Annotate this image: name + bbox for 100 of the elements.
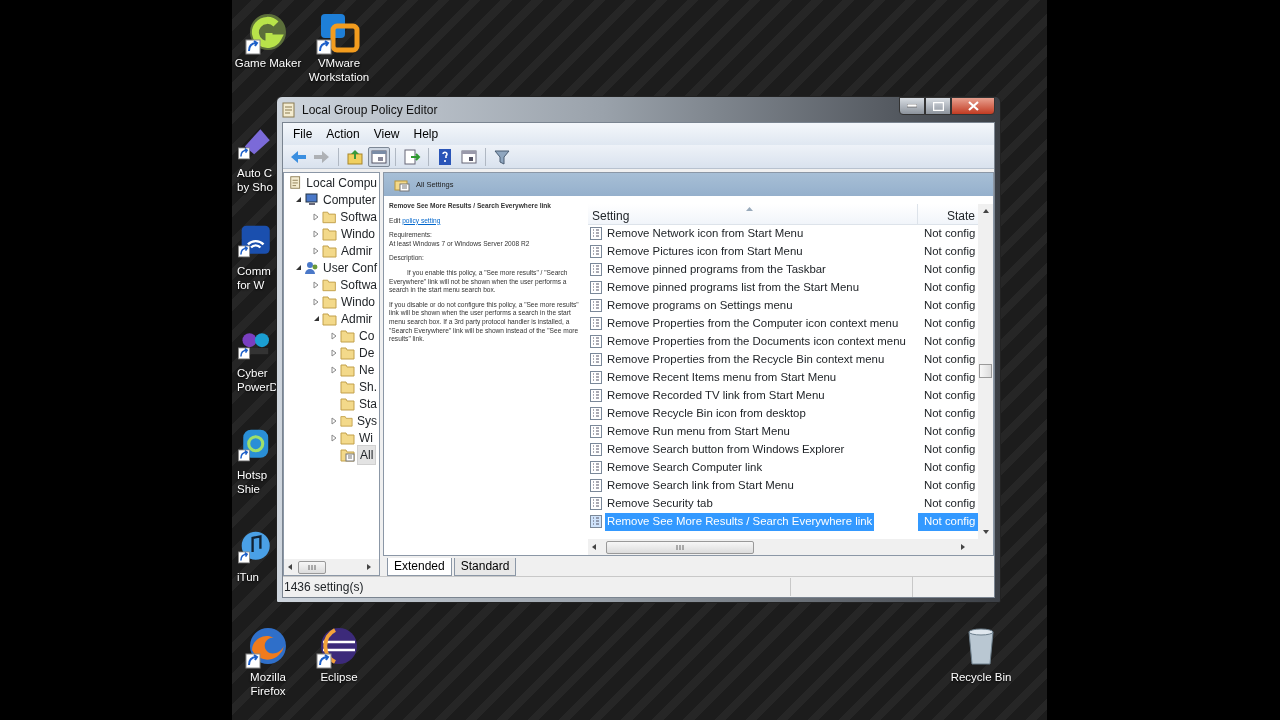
- collapsed-arrow-icon[interactable]: [331, 416, 337, 425]
- icon-label[interactable]: Hotsp Shie: [237, 468, 268, 496]
- folder-icon: [340, 413, 353, 428]
- policy-setting-icon: [590, 299, 602, 313]
- menu-item[interactable]: File: [286, 123, 320, 145]
- table-row[interactable]: Remove Search link from Start Menu Not config: [588, 477, 978, 495]
- view-tab[interactable]: Standard: [453, 558, 517, 576]
- tree-item[interactable]: Co: [357, 326, 377, 345]
- column-header[interactable]: State: [946, 209, 975, 223]
- scroll-left-icon[interactable]: [590, 543, 598, 551]
- menu-item[interactable]: View: [366, 123, 407, 145]
- table-row[interactable]: Remove programs on Settings menu Not config: [588, 297, 978, 315]
- collapsed-arrow-icon[interactable]: [331, 433, 337, 442]
- policy-setting-icon: [590, 263, 602, 277]
- table-row[interactable]: Remove Network icon from Start Menu Not config: [588, 225, 978, 243]
- folder-icon: [340, 328, 355, 343]
- scrollbar-thumb[interactable]: [298, 560, 326, 574]
- tree-item[interactable]: All: [357, 444, 377, 465]
- tree-item[interactable]: Softwa: [338, 275, 379, 294]
- policy-setting-icon: [590, 281, 602, 295]
- icon-label[interactable]: Cyber PowerD: [237, 366, 278, 394]
- tree-item[interactable]: Admir: [339, 309, 375, 328]
- policy-setting-icon: [590, 479, 602, 493]
- policy-setting-icon: [590, 515, 602, 529]
- folder-icon: [322, 277, 337, 292]
- policy-setting-icon: [590, 407, 602, 421]
- icon-label[interactable]: Game Maker: [234, 56, 302, 70]
- menu-item[interactable]: Help: [406, 123, 446, 145]
- tree-item[interactable]: De: [357, 343, 377, 362]
- tree-item[interactable]: Ne: [357, 360, 377, 379]
- menu-item[interactable]: Action: [319, 123, 367, 145]
- folder-icon: [322, 209, 337, 224]
- table-row[interactable]: Remove Search button from Windows Explorer Not config: [588, 441, 978, 459]
- policy-icon: [282, 101, 296, 118]
- settings-folder-icon: [340, 447, 355, 462]
- scroll-down-icon[interactable]: [981, 529, 990, 535]
- export-list-button[interactable]: [401, 146, 423, 167]
- tree-item[interactable]: Admir: [339, 241, 375, 260]
- policy-setting-icon: [590, 245, 602, 259]
- collapsed-arrow-icon[interactable]: [313, 229, 319, 238]
- policy-setting-icon: [590, 317, 602, 331]
- table-row[interactable]: Remove Security tab Not config: [588, 495, 978, 513]
- icon-label[interactable]: VMware Workstation: [308, 56, 370, 84]
- table-row[interactable]: Remove pinned programs from the Taskbar Not config: [588, 261, 978, 279]
- collapsed-arrow-icon[interactable]: [313, 280, 319, 289]
- scroll-up-icon[interactable]: [981, 208, 990, 214]
- table-row[interactable]: Remove Properties from the Documents icon context menu Not config: [588, 333, 978, 351]
- folder-icon: [340, 362, 355, 377]
- table-row[interactable]: Remove Properties from the Recycle Bin context menu Not config: [588, 351, 978, 369]
- expanded-arrow-icon[interactable]: [294, 196, 302, 203]
- tree-item[interactable]: Sys: [355, 411, 379, 430]
- tree-item[interactable]: Wi: [357, 428, 375, 447]
- table-row[interactable]: Remove pinned programs list from the Start Menu Not config: [588, 279, 978, 297]
- table-row[interactable]: Remove Recorded TV link from Start Menu Not config: [588, 387, 978, 405]
- tree-item[interactable]: Sta: [357, 394, 379, 413]
- collapsed-arrow-icon[interactable]: [313, 297, 319, 306]
- column-header[interactable]: Setting: [592, 207, 630, 221]
- expanded-arrow-icon[interactable]: [312, 315, 320, 322]
- policy-icon: [289, 175, 303, 190]
- scroll-right-icon[interactable]: [959, 543, 967, 551]
- table-row[interactable]: Remove Recycle Bin icon from desktop Not config: [588, 405, 978, 423]
- table-row[interactable]: Remove Run menu from Start Menu Not config: [588, 423, 978, 441]
- collapsed-arrow-icon[interactable]: [331, 331, 337, 340]
- maximize-button[interactable]: [925, 97, 951, 115]
- close-button[interactable]: [951, 97, 995, 115]
- tree-item[interactable]: Softwa: [338, 207, 379, 226]
- icon-label[interactable]: Comm for W: [237, 264, 271, 292]
- collapsed-arrow-icon[interactable]: [313, 246, 319, 255]
- scroll-right-icon[interactable]: [365, 563, 373, 571]
- view-tab[interactable]: Extended: [387, 558, 452, 576]
- status-text: 1436 setting(s): [283, 578, 791, 596]
- tree-item[interactable]: Windo: [339, 292, 377, 311]
- tree-item[interactable]: User Conf: [320, 258, 379, 277]
- icon-label[interactable]: Mozilla Firefox: [250, 670, 286, 698]
- tree-pane-button[interactable]: [368, 146, 390, 167]
- scrollbar-thumb[interactable]: [979, 364, 992, 378]
- table-row[interactable]: Remove Properties from the Computer icon context menu Not config: [588, 315, 978, 333]
- tree-item[interactable]: Local Compu: [304, 173, 379, 192]
- policy-setting-icon: [590, 227, 602, 241]
- collapsed-arrow-icon[interactable]: [331, 348, 337, 357]
- tree-item[interactable]: Windo: [339, 224, 377, 243]
- scroll-left-icon[interactable]: [286, 563, 294, 571]
- icon-label[interactable]: Recycle Bin: [950, 670, 1012, 684]
- folder-icon: [322, 243, 337, 258]
- table-row[interactable]: Remove Recent Items menu from Start Menu Not config: [588, 369, 978, 387]
- scrollbar-thumb[interactable]: [606, 540, 754, 554]
- expanded-arrow-icon[interactable]: [294, 264, 302, 271]
- table-row[interactable]: Remove Search Computer link Not config: [588, 459, 978, 477]
- collapsed-arrow-icon[interactable]: [313, 212, 319, 221]
- icon-label[interactable]: Auto C by Sho: [237, 166, 273, 194]
- icon-label[interactable]: Eclipse: [320, 670, 358, 684]
- settings-folder-icon: [394, 177, 410, 192]
- minimize-button[interactable]: [899, 97, 925, 115]
- icon-label[interactable]: iTun: [237, 570, 259, 584]
- tree-item[interactable]: Computer: [321, 190, 378, 209]
- collapsed-arrow-icon[interactable]: [331, 365, 337, 374]
- folder-icon: [322, 311, 337, 326]
- policy-setting-icon: [590, 353, 602, 367]
- tree-item[interactable]: Sh.: [357, 377, 379, 396]
- table-row[interactable]: Remove Pictures icon from Start Menu Not config: [588, 243, 978, 261]
